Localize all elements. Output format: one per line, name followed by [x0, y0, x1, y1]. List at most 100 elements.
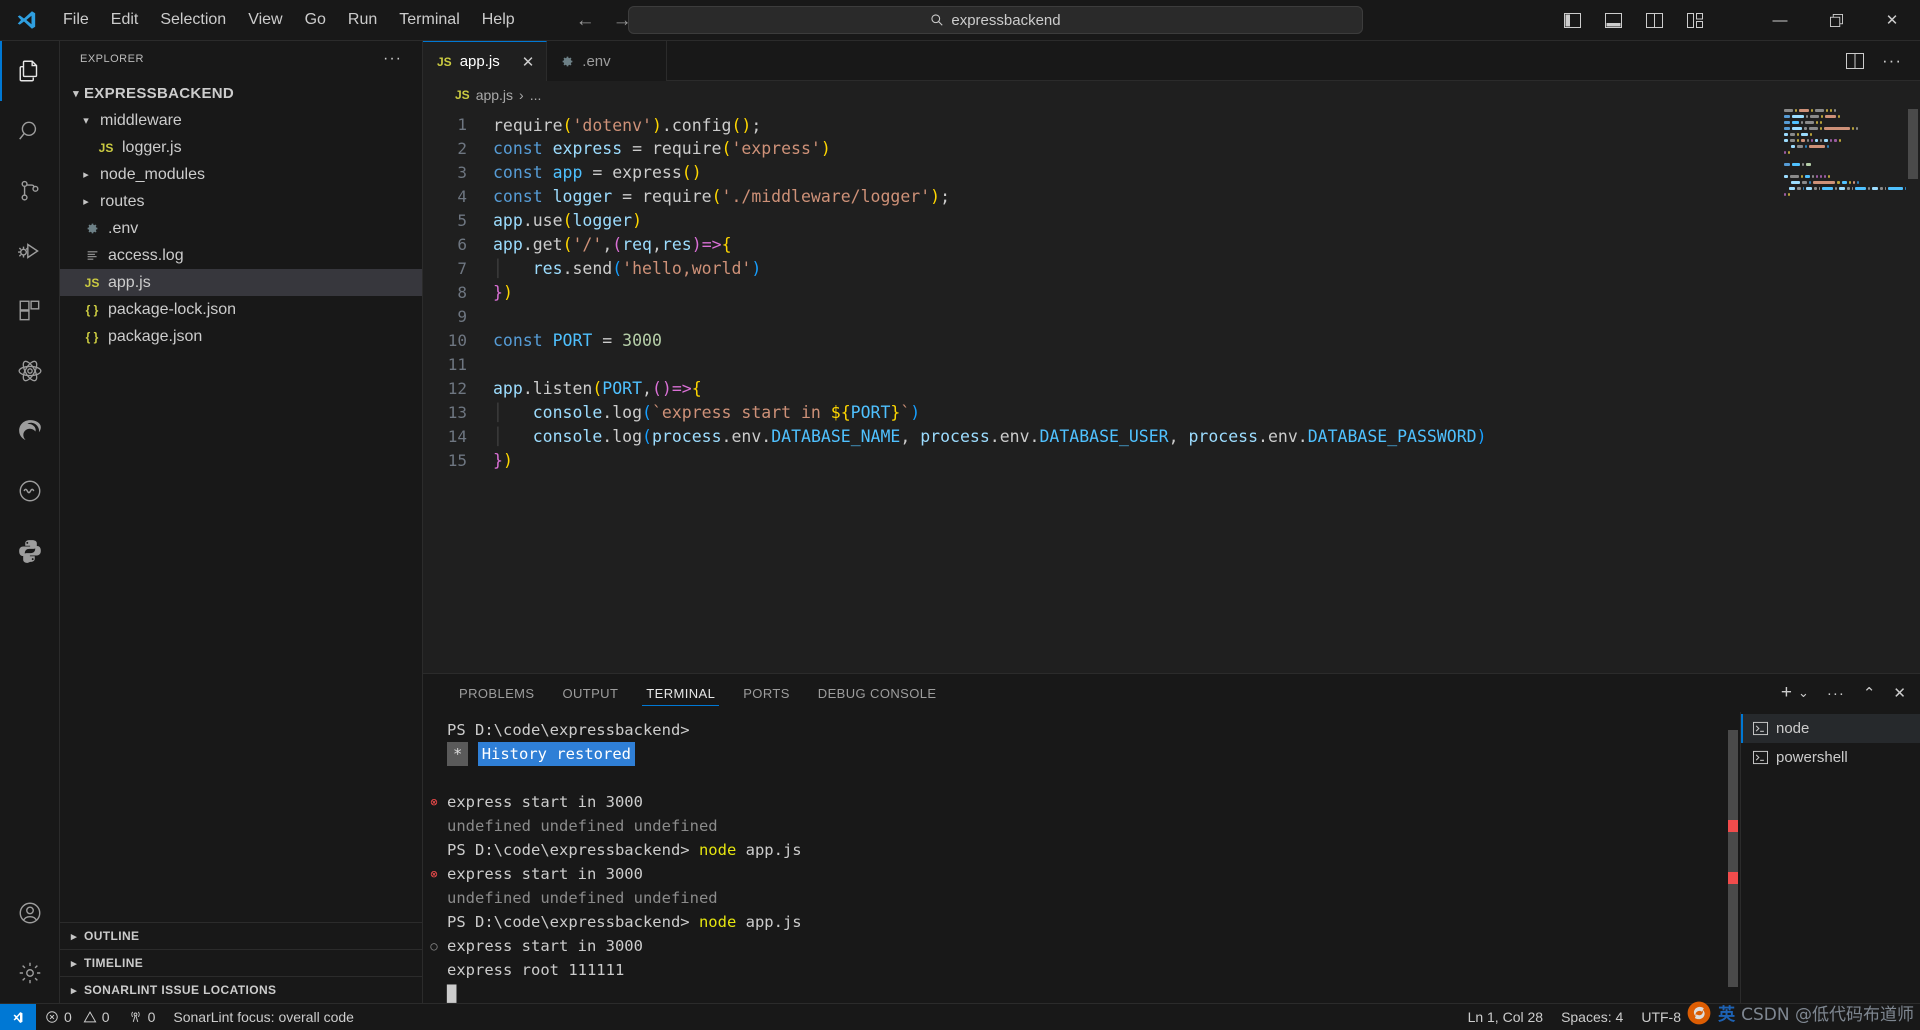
- code-token: const: [493, 139, 543, 158]
- editor-scrollbar-thumb[interactable]: [1908, 109, 1918, 179]
- minimap-segment: [1838, 139, 1841, 142]
- close-panel-icon[interactable]: ✕: [1893, 684, 1906, 702]
- code-token: .env: [989, 427, 1030, 446]
- menu-edit[interactable]: Edit: [100, 6, 150, 34]
- activity-react-devtools[interactable]: [0, 341, 60, 401]
- sidebar-section-timeline[interactable]: ▸ TIMELINE: [60, 949, 422, 976]
- status-indentation[interactable]: Spaces: 4: [1552, 1004, 1632, 1030]
- tree-item-logger-js[interactable]: JS logger.js: [60, 134, 422, 161]
- minimap[interactable]: [1780, 109, 1906, 673]
- close-button[interactable]: ✕: [1864, 0, 1920, 41]
- code-line: │ res.send('hello,world'): [493, 257, 1920, 281]
- new-terminal-icon[interactable]: +: [1781, 682, 1792, 704]
- watermark-language: 英: [1718, 1005, 1736, 1024]
- activity-manage-settings[interactable]: [0, 943, 60, 1003]
- toggle-panel-icon[interactable]: [1605, 12, 1622, 28]
- breadcrumb-rest[interactable]: ...: [530, 87, 542, 103]
- minimap-segment: [1791, 181, 1800, 184]
- code-token: .: [761, 427, 772, 446]
- customize-layout-icon[interactable]: [1687, 12, 1704, 28]
- tree-item-env[interactable]: .env: [60, 215, 422, 242]
- tree-item-package-json[interactable]: { } package.json: [60, 323, 422, 350]
- tab-problems[interactable]: PROBLEMS: [445, 674, 548, 712]
- code-token: =>: [671, 379, 692, 398]
- minimap-segment: [1801, 163, 1805, 166]
- editor-more-actions-icon[interactable]: ···: [1882, 51, 1902, 71]
- minimap-segment: [1812, 181, 1836, 184]
- command-center-search[interactable]: expressbackend: [628, 6, 1363, 34]
- activity-run-and-debug[interactable]: [0, 221, 60, 281]
- tree-item-package-lock-json[interactable]: { } package-lock.json: [60, 296, 422, 323]
- status-cursor-position[interactable]: Ln 1, Col 28: [1459, 1004, 1553, 1030]
- tab-app-js[interactable]: JS app.js ✕: [423, 41, 548, 81]
- minimap-segment: [1798, 109, 1809, 112]
- tab-debug-console[interactable]: DEBUG CONSOLE: [804, 674, 951, 712]
- editor-scrollbar[interactable]: [1906, 109, 1920, 673]
- terminal-scrollbar-thumb[interactable]: [1728, 730, 1738, 987]
- terminal-error-marker: [1728, 820, 1738, 832]
- split-editor-icon[interactable]: [1846, 52, 1865, 69]
- tree-root-expressbackend[interactable]: ▾ EXPRESSBACKEND: [60, 80, 422, 107]
- toggle-primary-sidebar-icon[interactable]: [1564, 12, 1581, 28]
- terminal-text: PS D:\code\expressbackend>: [447, 841, 699, 859]
- status-sonarlint[interactable]: SonarLint focus: overall code: [164, 1004, 363, 1030]
- terminal-text: undefined undefined undefined: [447, 817, 718, 835]
- activity-python[interactable]: [0, 521, 60, 581]
- menu-selection[interactable]: Selection: [149, 6, 237, 34]
- status-encoding[interactable]: UTF-8: [1632, 1004, 1690, 1030]
- menu-help[interactable]: Help: [471, 6, 526, 34]
- status-problems[interactable]: 0 0: [36, 1004, 119, 1030]
- code-line: const express = require('express'): [493, 137, 1920, 161]
- sidebar-more-actions-icon[interactable]: ···: [383, 50, 402, 68]
- activity-squiggle-tool[interactable]: [0, 461, 60, 521]
- activity-accounts[interactable]: [0, 883, 60, 943]
- activity-search[interactable]: [0, 101, 60, 161]
- minimize-button[interactable]: —: [1752, 0, 1808, 41]
- code-token: const: [493, 331, 543, 350]
- activity-extensions[interactable]: [0, 281, 60, 341]
- menu-run[interactable]: Run: [337, 6, 388, 34]
- terminal-output[interactable]: PS D:\code\expressbackend> * History rest…: [423, 712, 1740, 1003]
- terminal-item-node[interactable]: node: [1741, 714, 1920, 743]
- terminal-line: undefined undefined undefined: [447, 886, 1740, 910]
- tree-item-node-modules[interactable]: ▸ node_modules: [60, 161, 422, 188]
- menu-file[interactable]: File: [52, 6, 100, 34]
- code-editor[interactable]: 1 2 3 4 5 6 7 8 9 10 11 12 13 14 15 require('dotenv').…: [423, 109, 1920, 673]
- code-content[interactable]: require('dotenv').config(); const express…: [479, 109, 1920, 673]
- error-icon: [45, 1010, 59, 1024]
- terminal-item-powershell[interactable]: powershell: [1741, 743, 1920, 772]
- tab-ports[interactable]: PORTS: [729, 674, 804, 712]
- terminal-scrollbar[interactable]: [1726, 712, 1740, 1003]
- close-tab-icon[interactable]: ✕: [522, 53, 535, 71]
- chevron-down-icon[interactable]: ⌄: [1798, 685, 1809, 701]
- tree-item-access-log[interactable]: access.log: [60, 242, 422, 269]
- activity-source-control[interactable]: [0, 161, 60, 221]
- sidebar-section-sonarlint-issue-locations[interactable]: ▸ SONARLINT ISSUE LOCATIONS: [60, 976, 422, 1003]
- line-number: 15: [447, 451, 467, 470]
- remote-window-indicator[interactable]: [0, 1003, 36, 1030]
- minimap-segment: [1784, 151, 1786, 154]
- minimap-segment: [1792, 115, 1804, 118]
- activity-explorer[interactable]: [0, 41, 60, 101]
- sidebar-section-outline[interactable]: ▸ OUTLINE: [60, 922, 422, 949]
- gear-file-icon: [80, 222, 104, 235]
- tree-item-routes[interactable]: ▸ routes: [60, 188, 422, 215]
- maximize-button[interactable]: [1808, 0, 1864, 41]
- menu-terminal[interactable]: Terminal: [388, 6, 470, 34]
- breadcrumb-file[interactable]: app.js: [476, 87, 513, 103]
- tab-env[interactable]: .env: [547, 41, 668, 81]
- code-token: 'express': [731, 139, 821, 158]
- toggle-secondary-sidebar-icon[interactable]: [1646, 12, 1663, 28]
- tab-terminal[interactable]: TERMINAL: [632, 674, 729, 712]
- go-back-icon[interactable]: ←: [576, 11, 595, 30]
- line-number: 6: [457, 235, 467, 254]
- maximize-panel-icon[interactable]: ⌃: [1863, 684, 1876, 702]
- activity-edge-tools[interactable]: [0, 401, 60, 461]
- tree-item-app-js[interactable]: JS app.js: [60, 269, 422, 296]
- menu-view[interactable]: View: [237, 6, 293, 34]
- tree-item-middleware[interactable]: ▾ middleware: [60, 107, 422, 134]
- menu-go[interactable]: Go: [294, 6, 337, 34]
- status-ports[interactable]: 0: [119, 1004, 165, 1030]
- panel-more-actions-icon[interactable]: ···: [1827, 685, 1845, 702]
- tab-output[interactable]: OUTPUT: [548, 674, 632, 712]
